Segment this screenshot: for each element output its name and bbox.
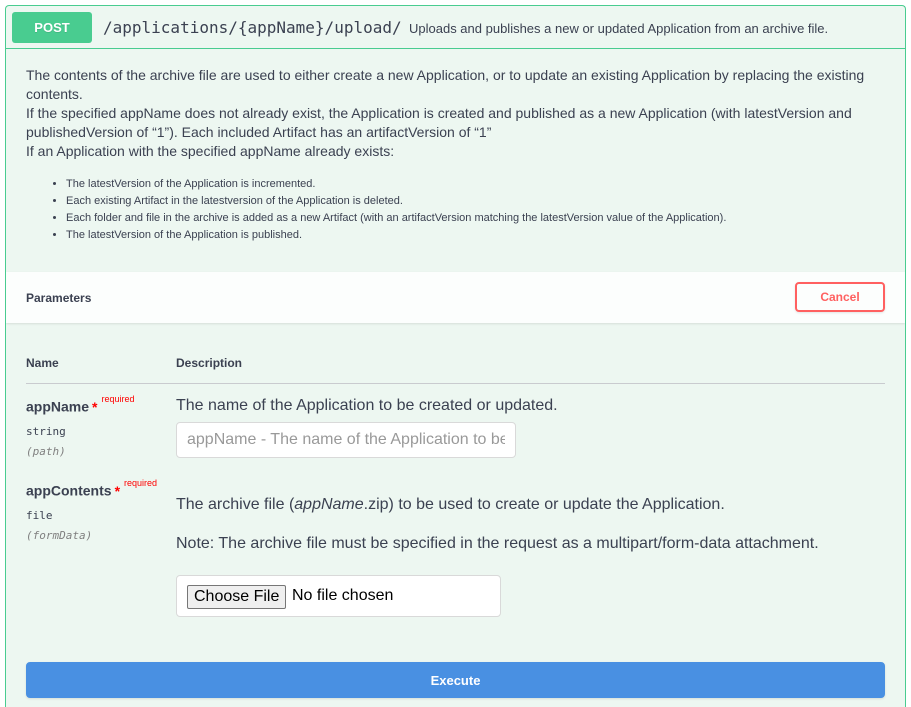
column-divider <box>26 383 885 384</box>
column-header-description: Description <box>176 356 243 370</box>
param-appcontents-note: Note: The archive file must be specified… <box>176 535 819 552</box>
description-bullet: Each folder and file in the archive is a… <box>66 210 886 227</box>
file-status-text: No file chosen <box>292 587 394 604</box>
choose-file-button[interactable]: Choose File <box>187 585 287 609</box>
parameters-header: Parameters Cancel <box>6 272 905 323</box>
description-emphasis: appName <box>294 496 364 513</box>
required-label: required <box>101 394 135 404</box>
param-appcontents-type: file <box>26 509 53 522</box>
param-appcontents-name: appContents * required <box>26 478 157 499</box>
operation-description: The contents of the archive file are use… <box>26 66 886 244</box>
required-star: * <box>92 398 98 415</box>
param-appcontents-location: (formData) <box>26 529 93 542</box>
description-bullet: Each existing Artifact in the latestvers… <box>66 193 886 210</box>
param-appname-name: appName * required <box>26 394 135 415</box>
param-name-text: appContents <box>26 482 112 499</box>
execute-button[interactable]: Execute <box>26 662 885 698</box>
param-appname-location: (path) <box>26 445 66 458</box>
param-appcontents-description: The archive file (appName.zip) to be use… <box>176 496 725 514</box>
description-bullet: The latestVersion of the Application is … <box>66 176 886 193</box>
description-text: .zip) to be used to create or update the… <box>363 496 725 513</box>
description-bullet: The latestVersion of the Application is … <box>66 227 886 244</box>
description-line: If the specified appName does not alread… <box>26 105 852 140</box>
description-bullet-list: The latestVersion of the Application is … <box>26 176 886 244</box>
description-line: The contents of the archive file are use… <box>26 67 865 102</box>
column-header-name: Name <box>26 356 59 370</box>
file-input[interactable]: Choose File No file chosen <box>176 575 501 617</box>
param-name-text: appName <box>26 398 90 415</box>
operation-block-post-upload: POST /applications/{appName}/upload/ Upl… <box>5 5 906 707</box>
parameters-title: Parameters <box>26 291 92 305</box>
operation-summary[interactable]: POST /applications/{appName}/upload/ Upl… <box>6 6 905 49</box>
param-appname-description: The name of the Application to be create… <box>176 397 558 414</box>
required-label: required <box>124 478 158 488</box>
cancel-button[interactable]: Cancel <box>795 282 885 312</box>
param-appname-type: string <box>26 425 66 438</box>
description-text: The archive file ( <box>176 496 295 513</box>
required-star: * <box>114 482 121 499</box>
appname-input[interactable] <box>176 422 516 458</box>
method-badge: POST <box>12 12 92 43</box>
operation-summary-text: Uploads and publishes a new or updated A… <box>409 21 829 36</box>
description-line: If an Application with the specified app… <box>26 143 395 159</box>
endpoint-path: /applications/{appName}/upload/ <box>103 18 402 37</box>
